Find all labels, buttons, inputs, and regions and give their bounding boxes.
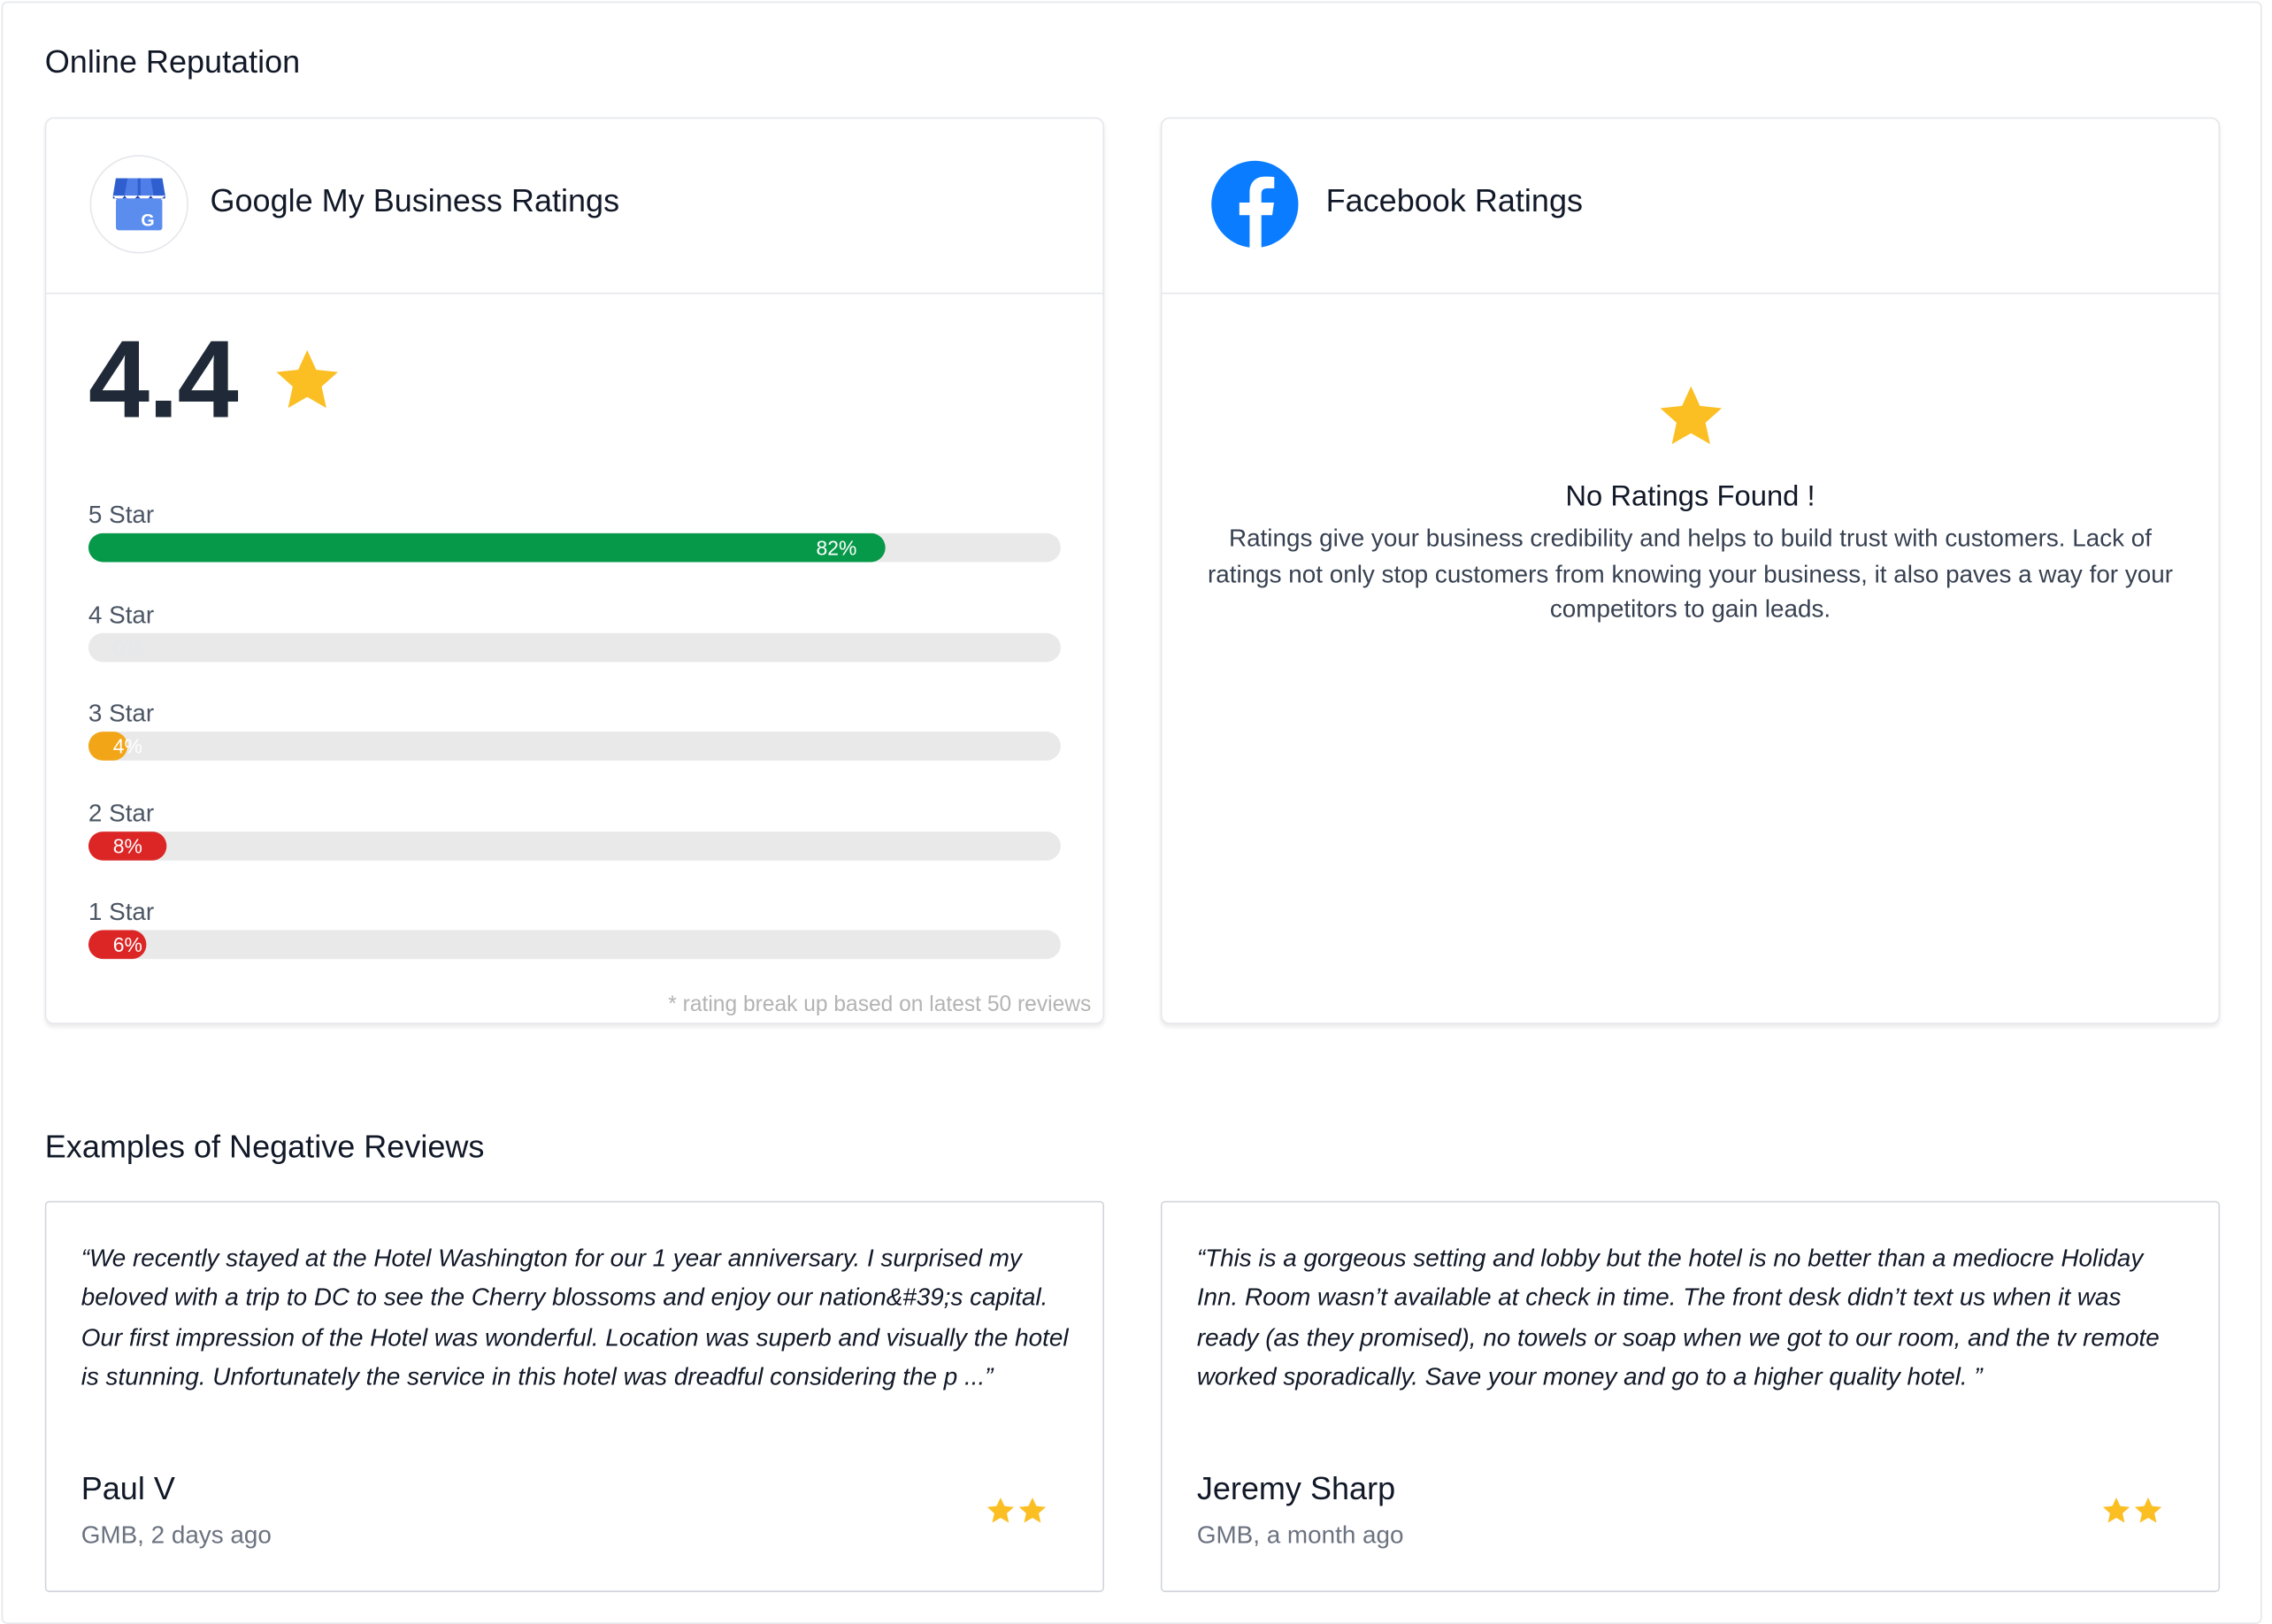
no-ratings-title: No Ratings Found ! bbox=[1565, 480, 1815, 513]
svg-text:G: G bbox=[141, 211, 154, 230]
star-row-label: 1 Star bbox=[88, 898, 155, 926]
star-row-percent: 8% bbox=[112, 833, 142, 857]
star-row-percent: 0% bbox=[112, 635, 142, 659]
google-ratings-card: G Google My Business Ratings 4.4 5 Star 8… bbox=[44, 117, 1105, 1024]
rating-star-icon bbox=[276, 349, 338, 409]
page: Online Reputation G Google My Business R… bbox=[0, 0, 2272, 1624]
review-stars bbox=[2101, 1497, 2163, 1526]
online-reputation-title: Online Reputation bbox=[44, 43, 301, 80]
review-card: “This is a gorgeous setting and lobby bu… bbox=[1160, 1200, 2221, 1592]
review-star-icon bbox=[2134, 1497, 2162, 1523]
review-meta: GMB, 2 days ago bbox=[81, 1521, 272, 1549]
star-row-bar: 8% bbox=[88, 831, 1061, 861]
review-stars bbox=[986, 1497, 1048, 1526]
google-card-header: G Google My Business Ratings bbox=[46, 119, 1103, 295]
no-ratings-message: Ratings give your business credibility a… bbox=[1207, 524, 2173, 624]
google-average-rating: 4.4 bbox=[88, 318, 239, 442]
star-row-label: 3 Star bbox=[88, 700, 155, 728]
star-row-percent: 4% bbox=[112, 734, 142, 758]
star-row-label: 4 Star bbox=[88, 600, 155, 628]
star-row-bar: 82% bbox=[88, 532, 1061, 563]
star-row-bar-fill bbox=[88, 532, 887, 563]
star-row-bar: 4% bbox=[88, 732, 1061, 761]
review-meta: GMB, a month ago bbox=[1196, 1521, 1404, 1549]
facebook-card-header: Facebook Ratings bbox=[1162, 119, 2219, 295]
review-card: “We recently stayed at the Hotel Washing… bbox=[44, 1200, 1105, 1592]
review-star-icon bbox=[2102, 1497, 2130, 1523]
empty-star-icon bbox=[1660, 386, 1723, 445]
star-row-percent: 6% bbox=[112, 932, 142, 956]
review-author: Paul V bbox=[81, 1470, 175, 1507]
star-row-bar: 0% bbox=[88, 632, 1061, 662]
review-text: “We recently stayed at the Hotel Washing… bbox=[81, 1244, 1069, 1391]
google-card-title: Google My Business Ratings bbox=[210, 182, 620, 219]
star-row-label: 5 Star bbox=[88, 501, 155, 529]
facebook-ratings-card: Facebook Ratings No Ratings Found ! Rati… bbox=[1160, 117, 2221, 1024]
facebook-card-title: Facebook Ratings bbox=[1325, 182, 1584, 219]
star-row-bar: 6% bbox=[88, 930, 1061, 960]
rating-footnote: * rating break up based on latest 50 rev… bbox=[668, 992, 1092, 1017]
facebook-icon bbox=[1211, 160, 1299, 249]
negative-reviews-title: Examples of Negative Reviews bbox=[44, 1128, 485, 1165]
review-star-icon bbox=[986, 1497, 1014, 1523]
star-row-label: 2 Star bbox=[88, 799, 155, 827]
review-star-icon bbox=[1018, 1497, 1047, 1523]
star-row-percent: 82% bbox=[816, 535, 857, 560]
google-my-business-icon: G bbox=[89, 155, 188, 254]
review-text: “This is a gorgeous setting and lobby bu… bbox=[1196, 1244, 2160, 1391]
review-author: Jeremy Sharp bbox=[1196, 1470, 1396, 1507]
